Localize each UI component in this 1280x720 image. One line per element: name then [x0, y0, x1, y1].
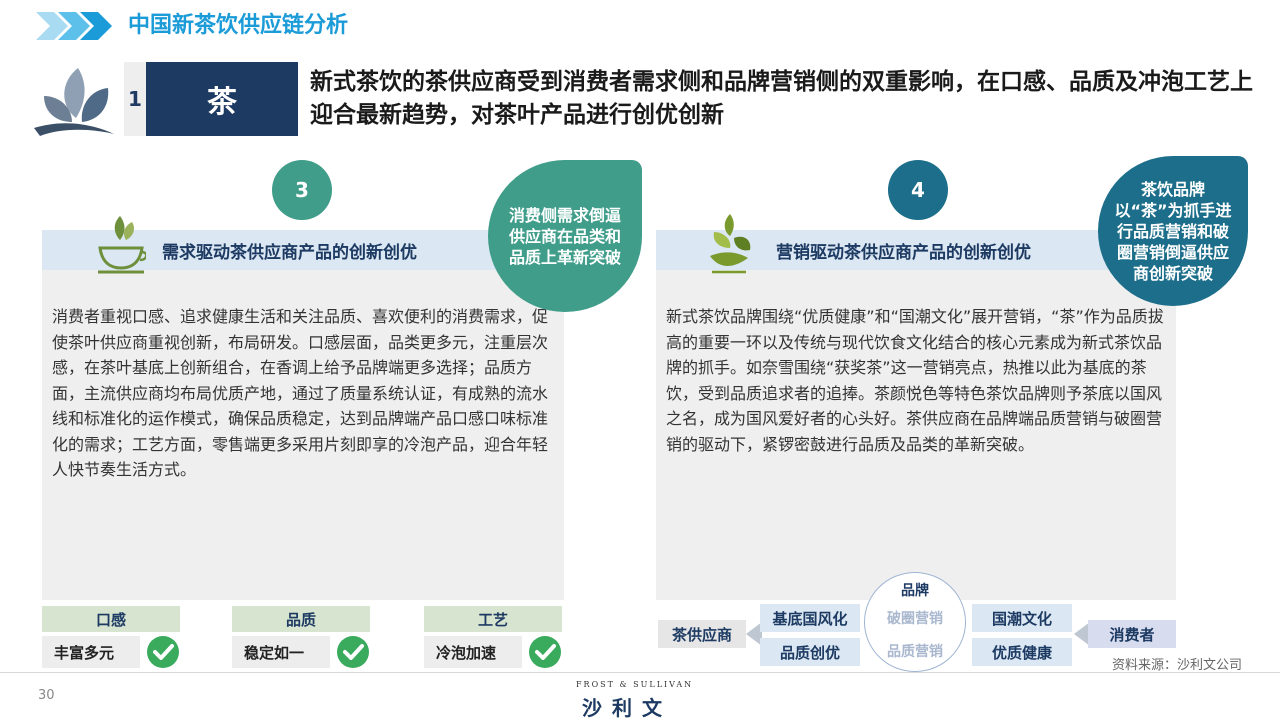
- flow-quality-upgrade: 品质创优: [760, 638, 860, 666]
- chevron-arrows-icon: [36, 12, 112, 40]
- section-number: 1: [124, 62, 146, 136]
- flow-guochao-culture: 国潮文化: [972, 604, 1072, 632]
- section-label: 茶: [146, 62, 298, 136]
- tea-leaf-logo-icon: [34, 68, 114, 136]
- circle-breakout-marketing: 破圈营销: [887, 611, 943, 627]
- step-4-badge: 4: [888, 160, 948, 220]
- flow-base-national-style: 基底国风化: [760, 604, 860, 632]
- tag-taste-head: 口感: [42, 606, 180, 632]
- step-3-badge: 3: [272, 160, 332, 220]
- circle-quality-marketing: 品质营销: [887, 644, 943, 660]
- tea-cup-icon: [98, 216, 146, 274]
- right-panel-body: 新式茶饮品牌围绕“优质健康”和“国潮文化”展开营销，“茶”作为品质拔高的重要一环…: [656, 270, 1176, 600]
- check-icon: [147, 636, 179, 668]
- tag-quality-value: 稳定如一: [232, 636, 330, 668]
- circle-brand-label: 品牌: [901, 583, 929, 599]
- page-title: 中国新茶饮供应链分析: [128, 13, 349, 38]
- right-callout-bubble: 茶饮品牌以“茶”为抓手进行品质营销和破圈营销倒逼供应商创新突破: [1098, 156, 1248, 306]
- left-panel-body: 消费者重视口感、追求健康生活和关注品质、喜欢便利的消费需求，促使茶叶供应商重视创…: [42, 270, 564, 600]
- source-note: 资料来源：沙利文公司: [1112, 658, 1243, 673]
- check-icon: [529, 636, 561, 668]
- brand-english: FROST & SULLIVAN: [576, 680, 694, 689]
- footer-divider: [0, 672, 1280, 673]
- tag-quality-head: 品质: [232, 606, 370, 632]
- left-callout-bubble: 消费侧需求倒逼供应商在品类和品质上革新突破: [488, 160, 642, 312]
- tag-craft-head: 工艺: [424, 606, 562, 632]
- flow-quality-health: 优质健康: [972, 638, 1072, 666]
- tag-craft-value: 冷泡加速: [424, 636, 522, 668]
- check-icon: [337, 636, 369, 668]
- flow-supplier: 茶供应商: [658, 620, 746, 648]
- tag-taste-value: 丰富多元: [42, 636, 140, 668]
- brand-logo: 沙利文: [582, 696, 672, 720]
- tea-leaf-cup-icon: [710, 214, 751, 274]
- flow-consumer: 消费者: [1088, 620, 1176, 648]
- section-headline: 新式茶饮的茶供应商受到消费者需求侧和品牌营销侧的双重影响，在口感、品质及冲泡工艺…: [310, 69, 1253, 128]
- page-number: 30: [38, 688, 55, 703]
